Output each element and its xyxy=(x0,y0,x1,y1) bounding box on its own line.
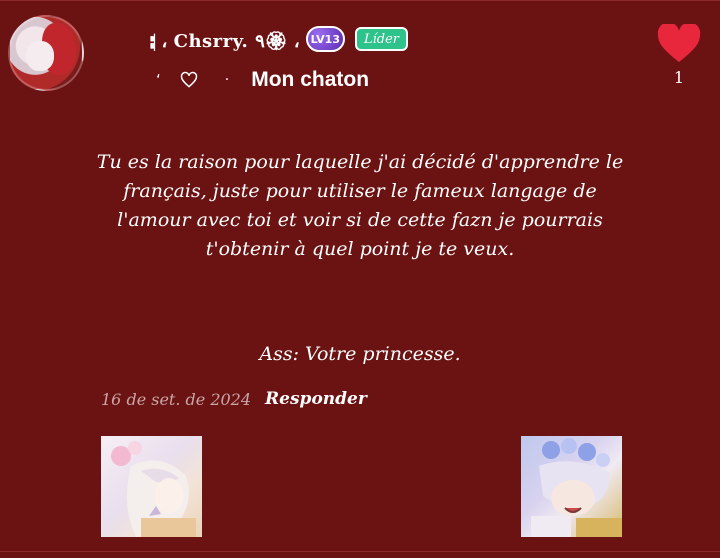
heart-outline-icon xyxy=(180,71,198,88)
reply-button[interactable]: Responder xyxy=(265,389,367,409)
author-username[interactable]: 𝇠 ، Chsrry. ٩🏵 ، xyxy=(150,23,300,55)
comment-message: Tu es la raison pour laquelle j'ai décid… xyxy=(96,151,624,260)
role-badge: Líder xyxy=(355,27,409,51)
comment-date: 16 de set. de 2024 xyxy=(101,389,252,409)
author-subtitle-row: ‘ · Mon chaton xyxy=(156,66,369,94)
author-subtitle: Mon chaton xyxy=(251,68,370,91)
attached-image-2-art xyxy=(531,438,622,537)
level-badge: LV13 xyxy=(305,26,345,52)
subtitle-deco-mid: · xyxy=(224,72,230,88)
author-header: 𝇠 ، Chsrry. ٩🏵 ، LV13 Líder xyxy=(150,23,409,55)
attached-image-1-art xyxy=(111,441,196,537)
subtitle-deco-left: ‘ xyxy=(156,71,161,89)
top-divider xyxy=(0,0,720,1)
comment-meta: 16 de set. de 2024 Responder xyxy=(101,386,367,412)
heart-filled-icon[interactable] xyxy=(656,24,702,64)
comment-signature: Ass: Votre princesse. xyxy=(259,343,461,365)
attached-image-1[interactable] xyxy=(101,436,202,537)
author-avatar[interactable] xyxy=(8,15,84,91)
like-count: 1 xyxy=(673,68,684,87)
attached-image-2[interactable] xyxy=(521,436,622,537)
bottom-divider xyxy=(0,551,720,552)
avatar-face xyxy=(26,41,54,71)
